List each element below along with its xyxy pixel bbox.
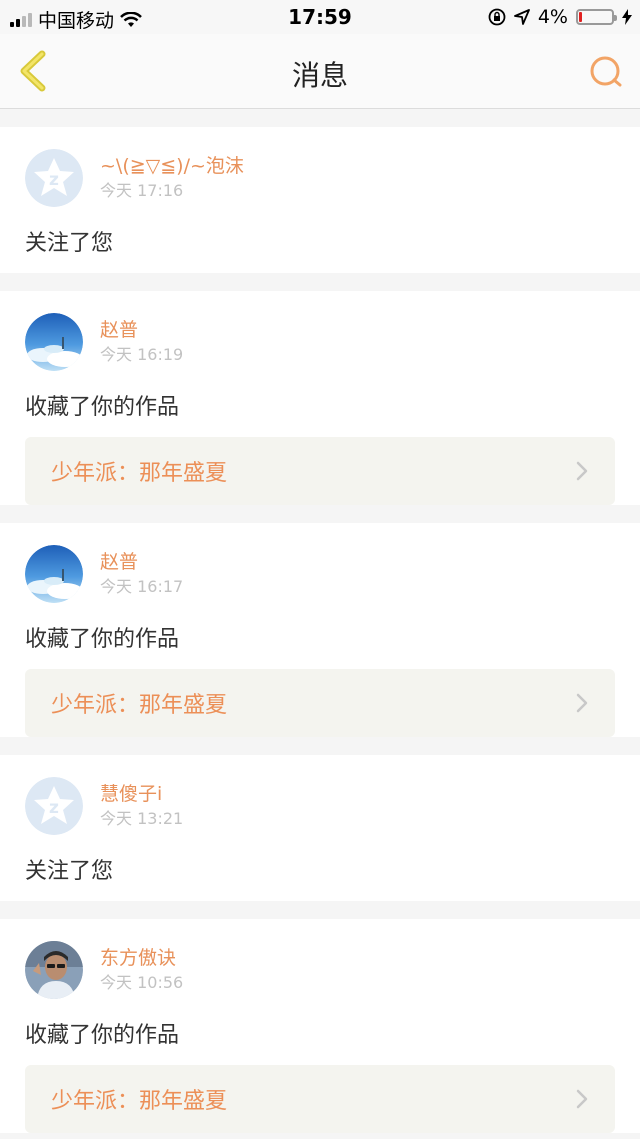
user-name[interactable]: 赵普	[100, 318, 183, 342]
location-icon	[513, 9, 530, 25]
user-name[interactable]: ~\(≧▽≦)/~泡沫	[100, 154, 244, 178]
work-title: 少年派：那年盛夏	[51, 461, 228, 486]
user-name[interactable]: 东方傲诀	[100, 946, 183, 970]
search-button[interactable]	[586, 52, 626, 92]
status-bar: 中国移动 17:59 4%	[0, 0, 640, 34]
chevron-right-icon	[576, 1089, 588, 1109]
user-name[interactable]: 慧傻子i	[100, 782, 183, 806]
rotation-lock-icon	[488, 8, 506, 26]
default-avatar[interactable]: z	[25, 777, 83, 835]
work-title: 少年派：那年盛夏	[51, 1089, 228, 1114]
search-icon	[590, 56, 622, 87]
nav-bar: 消息	[0, 34, 640, 109]
work-title: 少年派：那年盛夏	[51, 693, 228, 718]
work-link[interactable]: 少年派：那年盛夏	[25, 437, 615, 505]
message-card: z ~\(≧▽≦)/~泡沫 今天 17:16 关注了您	[0, 127, 640, 273]
chevron-right-icon	[576, 461, 588, 481]
sky-photo-avatar[interactable]	[25, 545, 83, 603]
work-link[interactable]: 少年派：那年盛夏	[25, 1065, 615, 1133]
battery-percent: 4%	[537, 6, 568, 28]
page-title: 消息	[291, 59, 348, 92]
svg-text:z: z	[49, 798, 59, 818]
message-card: z 慧傻子i 今天 13:21 关注了您	[0, 755, 640, 901]
work-link[interactable]: 少年派：那年盛夏	[25, 669, 615, 737]
message-text: 关注了您	[25, 231, 114, 256]
message-card: 东方傲诀 今天 10:56 收藏了你的作品 少年派：那年盛夏	[0, 919, 640, 1133]
message-time: 今天 16:19	[100, 345, 184, 364]
sky-photo-avatar[interactable]	[25, 313, 83, 371]
message-text: 关注了您	[25, 859, 114, 884]
default-avatar[interactable]: z	[25, 149, 83, 207]
message-time: 今天 13:21	[100, 809, 184, 828]
message-text: 收藏了你的作品	[25, 395, 180, 420]
message-text: 收藏了你的作品	[25, 1023, 180, 1048]
message-time: 今天 10:56	[100, 973, 184, 992]
message-card: 赵普 今天 16:19 收藏了你的作品 少年派：那年盛夏	[0, 291, 640, 505]
chevron-right-icon	[576, 693, 588, 713]
person-photo-avatar[interactable]	[25, 941, 83, 999]
message-time: 今天 17:16	[100, 181, 184, 200]
message-text: 收藏了你的作品	[25, 627, 180, 652]
battery-icon	[576, 9, 617, 25]
message-card: 赵普 今天 16:17 收藏了你的作品 少年派：那年盛夏	[0, 523, 640, 737]
charging-icon	[622, 9, 632, 25]
svg-text:z: z	[49, 170, 59, 190]
message-time: 今天 16:17	[100, 577, 184, 596]
user-name[interactable]: 赵普	[100, 550, 183, 574]
